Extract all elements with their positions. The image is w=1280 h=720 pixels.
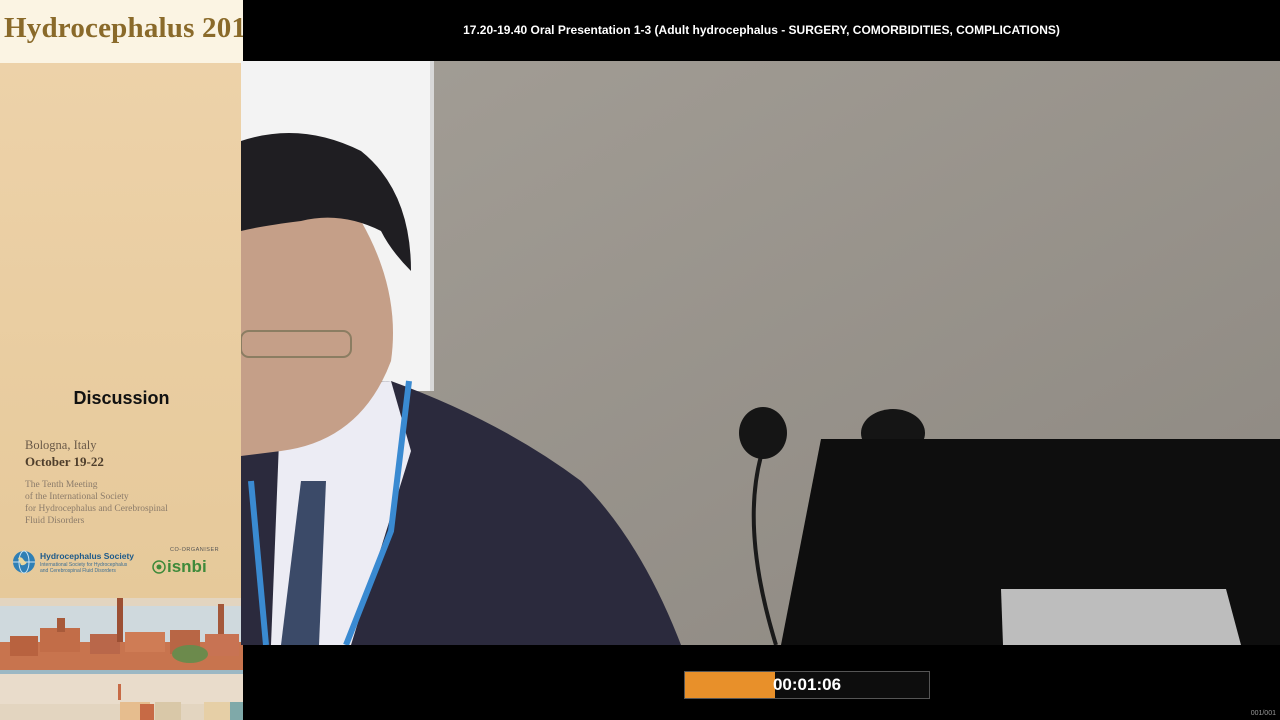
meeting-line: for Hydrocephalus and Cerebrospinal [25, 504, 168, 514]
meeting-description: The Tenth Meeting of the International S… [25, 479, 230, 527]
playback-progress[interactable]: 00:01:06 [684, 671, 930, 699]
player-bar: 00:01:06 001/001 [243, 645, 1280, 720]
meeting-line: Fluid Disorders [25, 516, 85, 526]
elapsed-time: 00:01:06 [772, 675, 842, 694]
session-title: 17.20-19.40 Oral Presentation 1-3 (Adult… [463, 23, 1060, 37]
meeting-line: The Tenth Meeting [25, 480, 98, 490]
society-name: Hydrocephalus Society [40, 551, 135, 561]
dates-text: October 19-22 [25, 454, 104, 469]
video-frame[interactable] [241, 61, 1280, 645]
society-subtitle: International Society for Hydrocephalus … [40, 562, 128, 574]
page-counter: 001/001 [1250, 710, 1276, 717]
brand-title: Hydrocephalus 2018 [4, 12, 243, 44]
globe-icon [13, 550, 35, 574]
leaf-icon [152, 560, 166, 574]
brand-header: Hydrocephalus 2018 [0, 0, 243, 63]
meeting-line: of the International Society [25, 492, 129, 502]
coorganiser-name: isnbi [167, 557, 207, 576]
session-title-bar: 17.20-19.40 Oral Presentation 1-3 (Adult… [243, 0, 1280, 61]
conference-sidebar: Hydrocephalus 2018 Discussion Bologna, I… [0, 0, 243, 720]
bologna-skyline-illustration [0, 598, 243, 720]
coorganiser-label: CO-ORGANISER [170, 547, 220, 553]
discussion-label: Discussion [73, 388, 170, 408]
venue-text: Bologna, Italy [25, 438, 97, 452]
